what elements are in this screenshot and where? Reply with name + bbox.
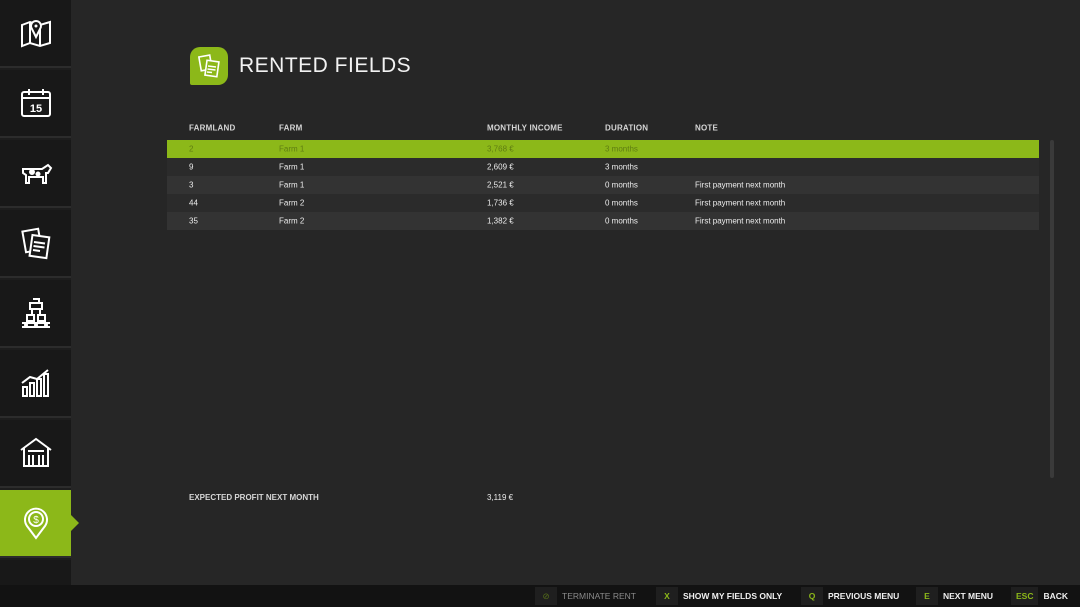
cell-farmland: 9 bbox=[189, 162, 194, 172]
sidebar-item-calendar[interactable]: 15 bbox=[0, 70, 71, 138]
previous-menu-button[interactable]: Q PREVIOUS MENU bbox=[801, 587, 899, 605]
sidebar-item-map[interactable] bbox=[0, 0, 71, 68]
cell-note: First payment next month bbox=[695, 180, 786, 190]
contracts-icon bbox=[20, 227, 50, 260]
back-label: BACK bbox=[1043, 591, 1069, 601]
cell-farmland: 2 bbox=[189, 144, 194, 154]
cell-income: 3,768 € bbox=[487, 144, 514, 154]
column-header-duration[interactable]: DURATION bbox=[605, 124, 648, 133]
cell-duration: 3 months bbox=[605, 162, 638, 172]
page-title: RENTED FIELDS bbox=[239, 54, 412, 77]
previous-menu-label: PREVIOUS MENU bbox=[828, 591, 900, 601]
next-menu-button[interactable]: E NEXT MENU bbox=[916, 587, 993, 605]
table-scrollbar[interactable] bbox=[1050, 140, 1054, 478]
column-header-monthly-income[interactable]: MONTHLY INCOME bbox=[487, 124, 563, 133]
table-row[interactable]: 9 Farm 1 2,609 € 3 months bbox=[167, 158, 1039, 176]
table-row[interactable]: 2 Farm 1 3,768 € 3 months bbox=[167, 140, 1039, 158]
cell-income: 1,382 € bbox=[487, 216, 514, 226]
cell-farm: Farm 1 bbox=[279, 162, 305, 172]
statistics-icon bbox=[20, 369, 49, 397]
cell-duration: 0 months bbox=[605, 216, 638, 226]
key-q: Q bbox=[801, 587, 823, 605]
cell-duration: 0 months bbox=[605, 198, 638, 208]
table-body: 2 Farm 1 3,768 € 3 months 9 Farm 1 2,609… bbox=[167, 140, 1039, 230]
more-icon bbox=[18, 575, 54, 585]
cell-income: 1,736 € bbox=[487, 198, 514, 208]
cell-farm: Farm 1 bbox=[279, 180, 305, 190]
show-my-fields-only-label: SHOW MY FIELDS ONLY bbox=[683, 591, 783, 601]
map-icon bbox=[20, 20, 51, 48]
cell-farmland: 44 bbox=[189, 198, 198, 208]
sidebar: 15 $ bbox=[0, 0, 71, 585]
cell-farmland: 3 bbox=[189, 180, 194, 190]
calendar-day: 15 bbox=[29, 103, 41, 115]
expected-profit-label: EXPECTED PROFIT NEXT MONTH bbox=[189, 493, 319, 502]
key-e: E bbox=[916, 587, 938, 605]
sidebar-item-production[interactable] bbox=[0, 280, 71, 348]
show-my-fields-only-button[interactable]: X SHOW MY FIELDS ONLY bbox=[656, 587, 782, 605]
column-header-note[interactable]: NOTE bbox=[695, 124, 718, 133]
page-header: RENTED FIELDS bbox=[190, 47, 411, 85]
button-prompt-bar: ⊘ TERMINATE RENT X SHOW MY FIELDS ONLY Q… bbox=[0, 585, 1080, 607]
back-button[interactable]: ESC BACK bbox=[1011, 587, 1068, 605]
money-pin-icon: $ bbox=[23, 507, 48, 540]
production-icon bbox=[21, 298, 50, 328]
expected-profit-value: 3,119 € bbox=[487, 493, 514, 502]
column-header-farm[interactable]: FARM bbox=[279, 124, 302, 133]
barn-icon bbox=[19, 437, 52, 467]
sidebar-item-contracts[interactable] bbox=[0, 210, 71, 278]
sidebar-item-statistics[interactable] bbox=[0, 350, 71, 418]
sidebar-item-animals[interactable] bbox=[0, 140, 71, 208]
rented-fields-screen: 15 $ RENTED FIELDS FARMLAND FARM MONTHLY… bbox=[0, 0, 1080, 607]
cell-income: 2,609 € bbox=[487, 162, 514, 172]
terminate-rent-button[interactable]: ⊘ TERMINATE RENT bbox=[535, 587, 636, 605]
sidebar-item-barn[interactable] bbox=[0, 420, 71, 488]
column-header-farmland[interactable]: FARMLAND bbox=[189, 124, 235, 133]
rented-fields-table: FARMLAND FARM MONTHLY INCOME DURATION NO… bbox=[167, 118, 1039, 230]
cell-farm: Farm 1 bbox=[279, 144, 305, 154]
cell-farm: Farm 2 bbox=[279, 198, 305, 208]
rented-fields-icon bbox=[190, 47, 228, 85]
next-menu-label: NEXT MENU bbox=[943, 591, 994, 601]
key-esc: ESC bbox=[1011, 587, 1039, 605]
terminate-rent-label: TERMINATE RENT bbox=[562, 591, 636, 601]
cell-income: 2,521 € bbox=[487, 180, 514, 190]
cell-note: First payment next month bbox=[695, 198, 786, 208]
cell-duration: 0 months bbox=[605, 180, 638, 190]
cell-farmland: 35 bbox=[189, 216, 198, 226]
cell-farm: Farm 2 bbox=[279, 216, 305, 226]
calendar-icon: 15 bbox=[20, 89, 51, 117]
cell-duration: 3 months bbox=[605, 144, 638, 154]
key-x: X bbox=[656, 587, 678, 605]
table-row[interactable]: 44 Farm 2 1,736 € 0 months First payment… bbox=[167, 194, 1039, 212]
active-indicator-icon bbox=[71, 515, 79, 531]
cow-icon bbox=[21, 163, 52, 184]
cell-note: First payment next month bbox=[695, 216, 786, 226]
svg-text:$: $ bbox=[33, 515, 39, 526]
sidebar-item-more[interactable] bbox=[0, 560, 71, 585]
link-icon: ⊘ bbox=[535, 587, 557, 605]
sidebar-item-finances[interactable]: $ bbox=[0, 490, 71, 558]
table-row[interactable]: 35 Farm 2 1,382 € 0 months First payment… bbox=[167, 212, 1039, 230]
table-header: FARMLAND FARM MONTHLY INCOME DURATION NO… bbox=[167, 118, 1039, 138]
table-row[interactable]: 3 Farm 1 2,521 € 0 months First payment … bbox=[167, 176, 1039, 194]
